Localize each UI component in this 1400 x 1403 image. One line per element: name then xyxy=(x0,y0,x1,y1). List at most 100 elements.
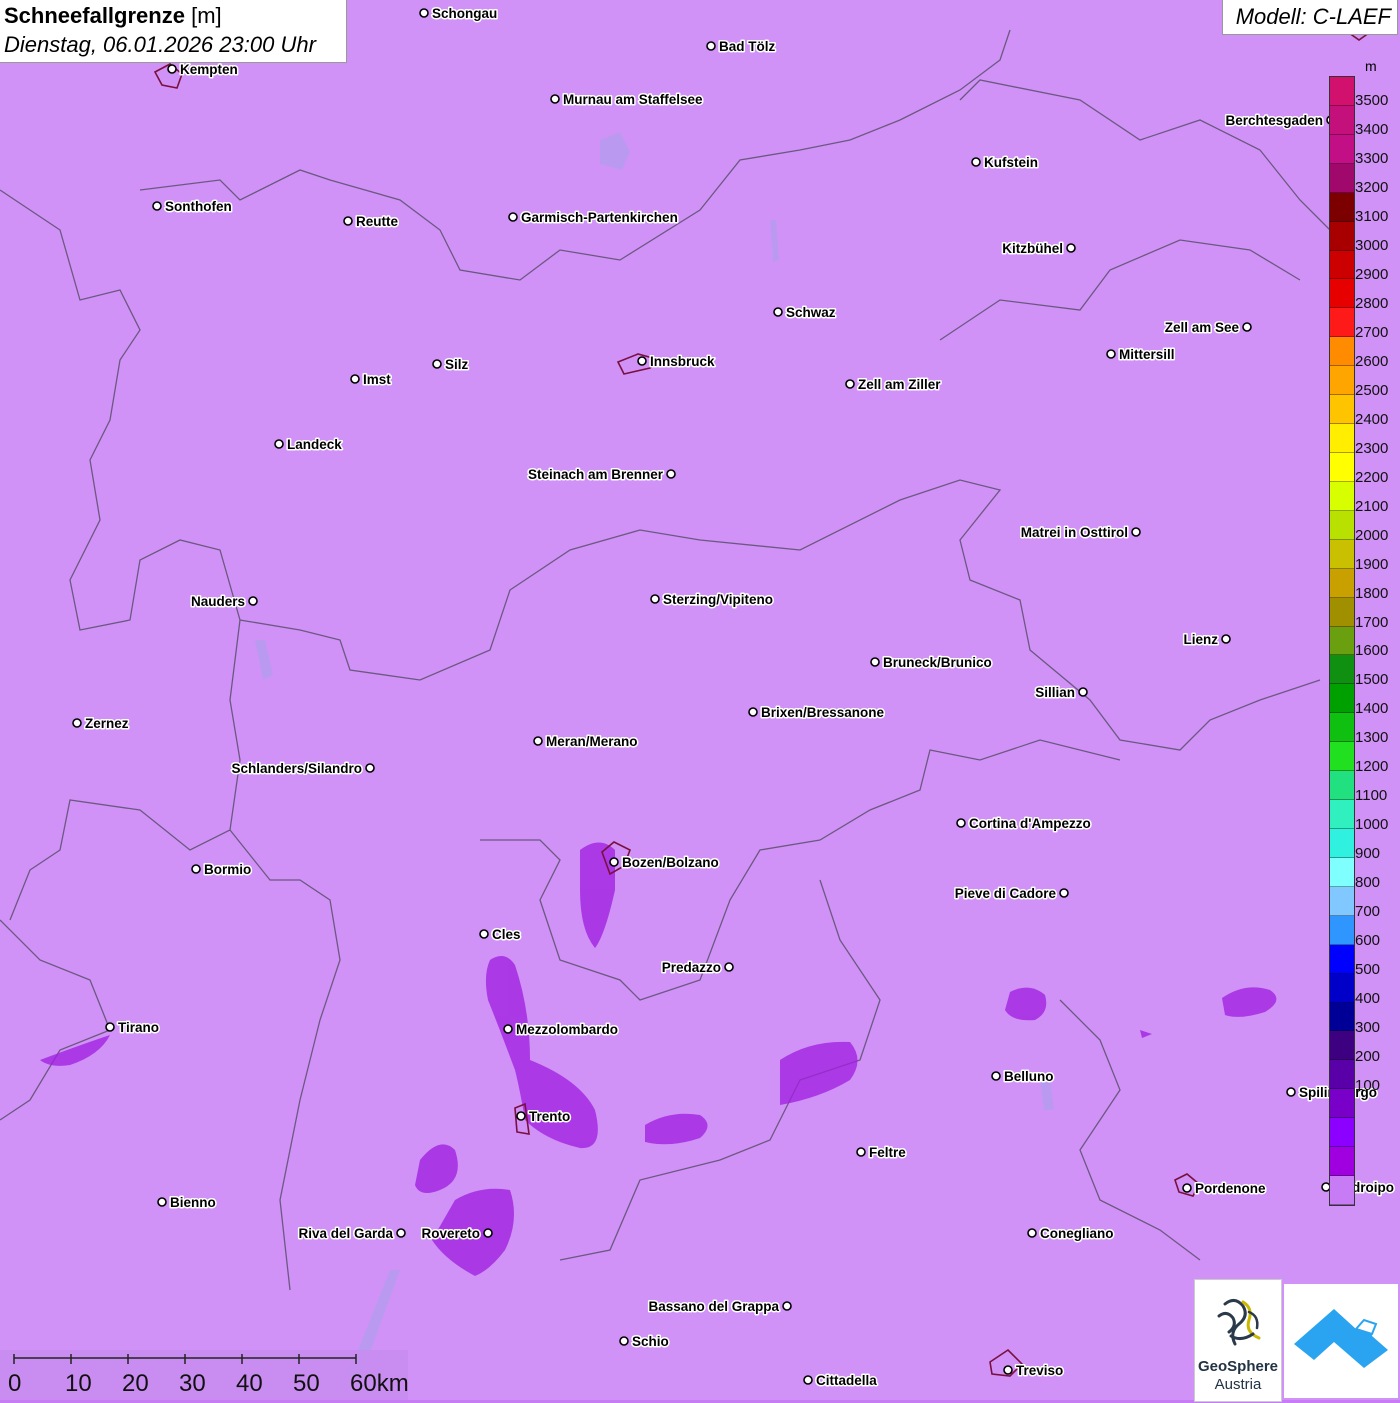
legend-cell xyxy=(1330,944,1354,974)
legend-cell xyxy=(1330,1147,1354,1177)
legend-label: 1800 xyxy=(1355,584,1389,602)
city-label: Berchtesgaden xyxy=(1225,113,1323,128)
title-box: Schneefallgrenze [m] Dienstag, 06.01.202… xyxy=(0,0,347,63)
legend-label: 1300 xyxy=(1355,729,1389,747)
city-marker: Conegliano xyxy=(1027,1225,1115,1243)
city-marker: Brixen/Bressanone xyxy=(748,704,886,722)
city-dot xyxy=(748,707,758,717)
legend-label: 2600 xyxy=(1355,352,1389,370)
city-label: Brixen/Bressanone xyxy=(761,705,885,720)
city-dot xyxy=(479,929,489,939)
legend-label: 1100 xyxy=(1355,787,1388,805)
legend-label: 3500 xyxy=(1355,91,1389,109)
scale-label: 20 xyxy=(122,1370,149,1397)
legend-cell xyxy=(1330,481,1354,511)
city-label: Cortina d'Ampezzo xyxy=(969,816,1091,831)
city-label: Rovereto xyxy=(421,1226,480,1241)
city-label: Predazzo xyxy=(662,960,721,975)
city-label: Zernez xyxy=(85,716,129,731)
city-dot xyxy=(72,718,82,728)
city-dot xyxy=(1286,1087,1296,1097)
city-dot xyxy=(533,736,543,746)
city-marker: Berchtesgaden xyxy=(1224,112,1336,130)
city-label: Mezzolombardo xyxy=(516,1022,618,1037)
city-dot xyxy=(619,1336,629,1346)
legend-label: 200 xyxy=(1355,1048,1381,1066)
city-label: Schwaz xyxy=(786,305,836,320)
city-dot xyxy=(350,374,360,384)
city-dot xyxy=(1003,1365,1013,1375)
city-dot xyxy=(550,94,560,104)
city-dot xyxy=(105,1022,115,1032)
city-dot xyxy=(503,1024,513,1034)
city-dot xyxy=(191,864,201,874)
legend-cell xyxy=(1330,857,1354,887)
legend-cell xyxy=(1330,713,1354,743)
legend-cell xyxy=(1330,684,1354,714)
city-marker: Zell am See xyxy=(1163,319,1252,337)
city-label: Kitzbühel xyxy=(1002,241,1063,256)
city-label: Riva del Garda xyxy=(298,1226,393,1241)
city-marker: Cortina d'Ampezzo xyxy=(956,815,1092,833)
legend-cell xyxy=(1330,424,1354,453)
city-label: Conegliano xyxy=(1040,1226,1114,1241)
legend-label: 2900 xyxy=(1355,265,1389,283)
legend-cell xyxy=(1330,279,1354,309)
city-marker: Murnau am Staffelsee xyxy=(550,91,705,109)
city-marker: Sterzing/Vipiteno xyxy=(650,591,775,609)
legend-label: 1600 xyxy=(1355,642,1389,660)
legend-label: 3400 xyxy=(1355,120,1389,138)
legend-label: 2700 xyxy=(1355,323,1389,341)
weather-app-icon xyxy=(1294,1309,1388,1368)
city-dot xyxy=(609,857,619,867)
city-label: Imst xyxy=(363,372,391,387)
city-label: Meran/Merano xyxy=(546,734,638,749)
geosphere-logo: GeoSphere Austria xyxy=(1194,1279,1282,1402)
legend-label: 2300 xyxy=(1355,439,1389,457)
scale-label: 60km xyxy=(350,1370,409,1397)
model-label: Modell: C-LAEF xyxy=(1235,4,1391,29)
scale-label: 40 xyxy=(236,1370,263,1397)
city-marker: Steinach am Brenner xyxy=(526,466,676,484)
city-dot xyxy=(991,1071,1001,1081)
geosphere-emblem-icon xyxy=(1217,1299,1261,1346)
legend-label: 400 xyxy=(1355,990,1381,1008)
city-label: Nauders xyxy=(191,594,245,609)
legend-label: 1000 xyxy=(1355,816,1389,834)
city-dot xyxy=(157,1197,167,1207)
city-marker: Bruneck/Brunico xyxy=(870,654,993,672)
city-marker: Bozen/Bolzano xyxy=(609,854,720,872)
city-dot xyxy=(724,962,734,972)
city-marker: Riva del Garda xyxy=(297,1225,406,1243)
city-label: Bormio xyxy=(204,862,251,877)
title-main: Schneefallgrenze xyxy=(4,3,185,28)
city-marker: Sonthofen xyxy=(152,198,233,216)
city-label: Treviso xyxy=(1016,1363,1063,1378)
city-dot xyxy=(1078,687,1088,697)
city-marker: Bassano del Grappa xyxy=(647,1298,792,1316)
city-marker: Mezzolombardo xyxy=(503,1021,620,1039)
city-dot xyxy=(971,157,981,167)
legend-cell xyxy=(1330,221,1354,251)
city-dot xyxy=(343,216,353,226)
city-label: Schongau xyxy=(432,6,497,21)
city-marker: Innsbruck xyxy=(637,353,717,371)
city-label: Cles xyxy=(492,927,521,942)
legend-label: 900 xyxy=(1355,845,1381,863)
city-label: Sonthofen xyxy=(165,199,232,214)
city-dot xyxy=(650,594,660,604)
city-label: Trento xyxy=(529,1109,570,1124)
scale-label: 50 xyxy=(293,1370,320,1397)
city-dot xyxy=(248,596,258,606)
city-dot xyxy=(1027,1228,1037,1238)
city-marker: Meran/Merano xyxy=(533,733,639,751)
legend-label: 500 xyxy=(1355,961,1381,979)
city-label: Tirano xyxy=(118,1020,159,1035)
app-logo xyxy=(1284,1284,1398,1398)
city-marker: Schongau xyxy=(419,5,499,23)
city-dot xyxy=(856,1147,866,1157)
legend-label: 100 xyxy=(1355,1077,1381,1095)
city-label: Garmisch-Partenkirchen xyxy=(521,210,678,225)
legend-cell xyxy=(1330,1118,1354,1148)
city-dot xyxy=(637,356,647,366)
